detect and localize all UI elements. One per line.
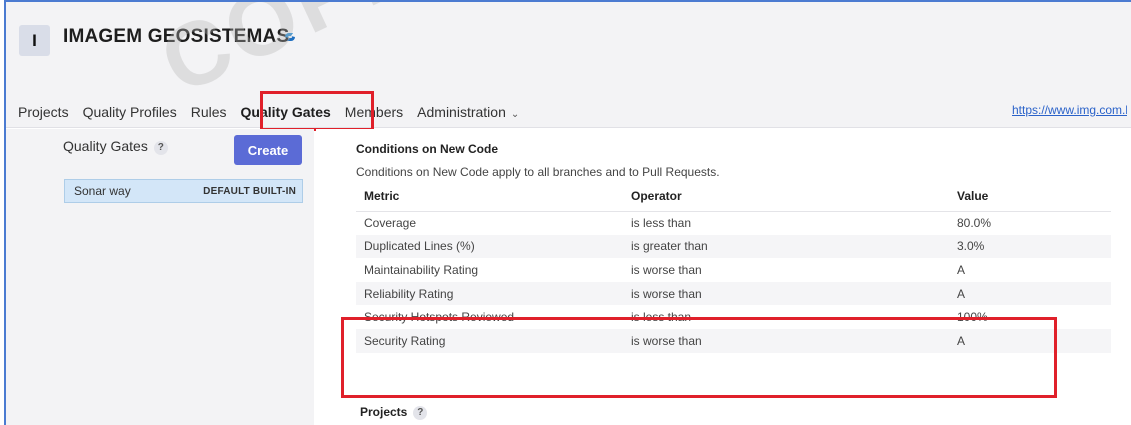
link-icon	[285, 33, 295, 41]
operator-cell: is less than	[631, 216, 692, 231]
nav-administration[interactable]: Administration ⌄	[417, 104, 519, 120]
create-button[interactable]: Create	[234, 135, 302, 165]
conditions-description: Conditions on New Code apply to all bran…	[356, 165, 720, 179]
nav-rules[interactable]: Rules	[191, 104, 227, 120]
metric-cell: Coverage	[364, 216, 417, 231]
value-cell: 3.0%	[949, 234, 1111, 259]
sidebar-title: Quality Gates?	[63, 138, 168, 155]
table-row: Coverage is less than 80.0%	[356, 211, 1111, 235]
org-name[interactable]: IMAGEM GEOSISTEMAS	[63, 26, 289, 48]
external-org-link[interactable]: https://www.img.com.b	[1012, 103, 1127, 117]
nav-projects[interactable]: Projects	[18, 104, 69, 120]
nav-quality-profiles[interactable]: Quality Profiles	[83, 104, 177, 120]
chevron-down-icon: ⌄	[510, 109, 520, 120]
operator-cell: is greater than	[623, 234, 949, 259]
help-icon[interactable]: ?	[413, 405, 428, 420]
table-row: Reliability Rating is worse than A	[356, 281, 1111, 306]
gate-badges: DEFAULT BUILT-IN	[203, 185, 296, 197]
org-avatar[interactable]: I	[19, 25, 50, 56]
metric-cell: Maintainability Rating	[364, 262, 479, 277]
value-cell: A	[949, 281, 1111, 306]
column-operator: Operator	[623, 181, 949, 212]
gate-item-sonar-way[interactable]: Sonar way DEFAULT BUILT-IN	[64, 179, 303, 203]
column-value: Value	[949, 181, 1111, 212]
table-row: Maintainability Rating is worse than A	[356, 258, 1111, 282]
sidebar-title-text: Quality Gates	[63, 138, 148, 154]
conditions-title: Conditions on New Code	[356, 142, 498, 156]
table-header-row: Metric Operator Value	[356, 181, 1111, 212]
quality-gates-sidebar: Quality Gates? Create Sonar way DEFAULT …	[6, 129, 314, 425]
operator-cell: is worse than	[623, 281, 949, 306]
metric-cell: Duplicated Lines (%)	[356, 234, 623, 259]
help-icon[interactable]: ?	[153, 140, 168, 155]
metric-cell: Reliability Rating	[356, 281, 623, 306]
column-metric: Metric	[356, 181, 623, 212]
security-conditions-highlight-box	[341, 317, 1057, 398]
table-row: Duplicated Lines (%) is greater than 3.0…	[356, 234, 1111, 259]
top-header: I IMAGEM GEOSISTEMAS Projects Quality Pr…	[6, 2, 1131, 131]
gate-name: Sonar way	[74, 184, 131, 198]
quality-gates-highlight-box	[260, 91, 374, 131]
nav-administration-label: Administration	[417, 104, 506, 120]
projects-title-text: Projects	[360, 405, 408, 419]
value-cell: A	[957, 262, 966, 277]
projects-title: Projects?	[360, 405, 428, 420]
operator-cell: is worse than	[631, 262, 702, 277]
value-cell: 80.0%	[957, 216, 992, 231]
